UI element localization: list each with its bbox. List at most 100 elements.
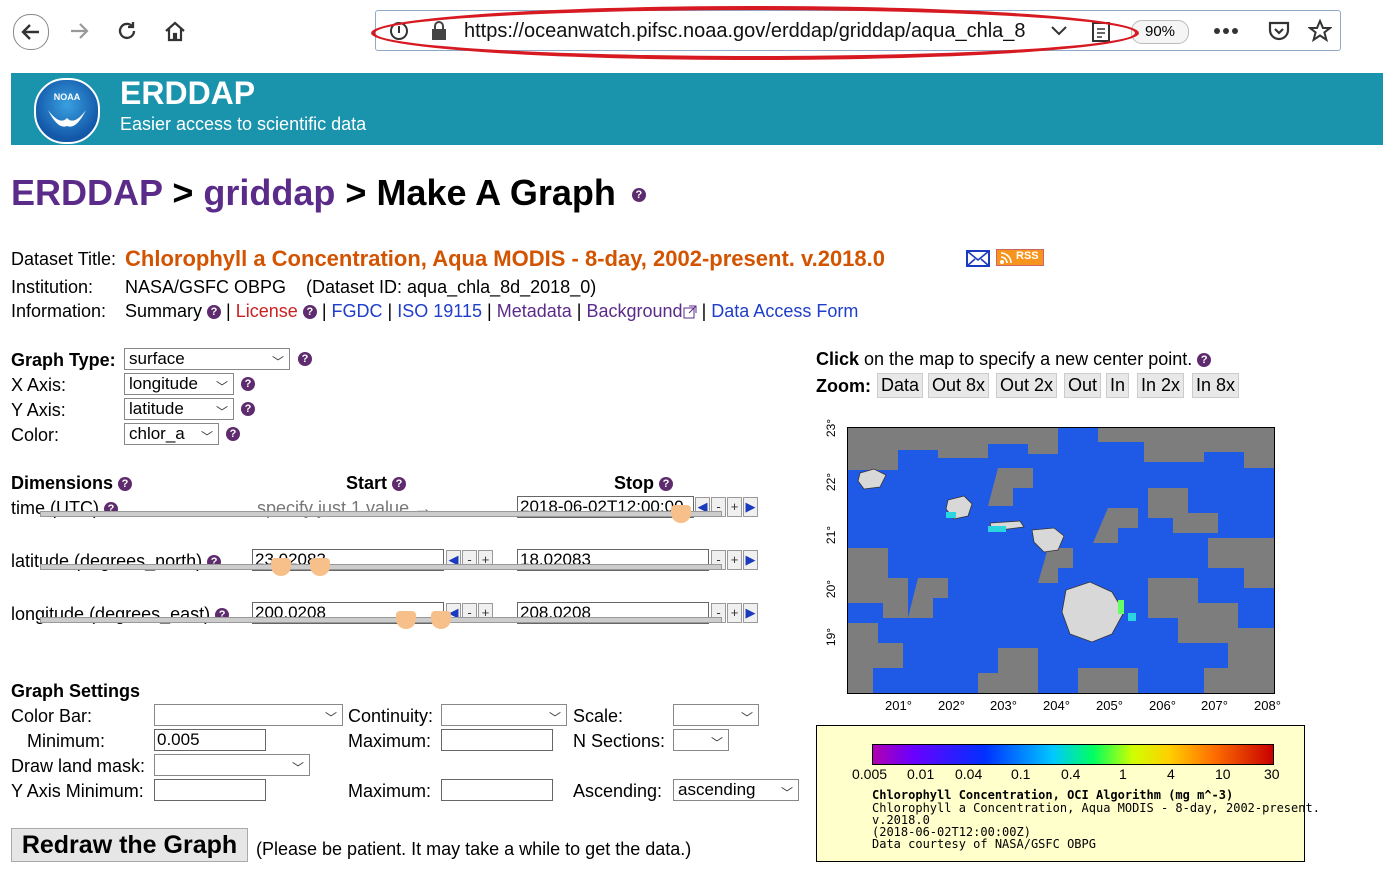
- time-slider[interactable]: [40, 511, 722, 517]
- banner-title[interactable]: ERDDAP: [120, 75, 255, 112]
- minimum-input[interactable]: 0.005: [154, 729, 266, 751]
- zoom-badge[interactable]: 90%: [1131, 20, 1189, 44]
- url-bar[interactable]: https://oceanwatch.pifsc.noaa.gov/erddap…: [375, 10, 1341, 51]
- metadata-link[interactable]: Metadata: [497, 301, 572, 321]
- rss-label: RSS: [1016, 250, 1039, 262]
- longitude-slider[interactable]: [40, 617, 722, 623]
- x-axis-label: X Axis:: [11, 375, 67, 395]
- summary-link[interactable]: Summary: [125, 301, 202, 321]
- home-button[interactable]: [158, 14, 192, 48]
- zoom-label: Zoom:: [816, 376, 871, 396]
- zoom-out-button[interactable]: Out: [1064, 373, 1102, 398]
- color-bar: [872, 744, 1274, 765]
- reader-icon[interactable]: [1091, 21, 1111, 43]
- help-icon[interactable]: ?: [631, 188, 646, 203]
- more-icon[interactable]: [1213, 27, 1239, 35]
- institution-label: Institution:: [11, 277, 94, 297]
- chevron-down-icon: ﹀: [780, 786, 793, 800]
- license-link[interactable]: License: [236, 301, 298, 321]
- map-surface: [848, 428, 1274, 693]
- latitude-slider-thumb-right[interactable]: [310, 558, 330, 576]
- chevron-down-icon[interactable]: [1049, 23, 1069, 39]
- latitude-slider[interactable]: [40, 564, 722, 570]
- reload-button[interactable]: [110, 14, 144, 48]
- longitude-slider-thumb-right[interactable]: [431, 611, 451, 629]
- zoom-in-button[interactable]: In: [1106, 373, 1130, 398]
- help-icon[interactable]: ?: [118, 477, 133, 492]
- rss-badge[interactable]: RSS: [996, 249, 1044, 266]
- nsections-select[interactable]: ﹀: [673, 729, 729, 751]
- legend-tick: 0.04: [955, 766, 983, 782]
- help-icon[interactable]: ?: [207, 305, 222, 320]
- iso-link[interactable]: ISO 19115: [397, 301, 482, 321]
- graph-type-select[interactable]: surface ﹀: [124, 348, 290, 370]
- y-axis-minimum-input[interactable]: [154, 779, 266, 801]
- lock-icon: [432, 21, 446, 40]
- latitude-slider-thumb-left[interactable]: [271, 558, 291, 576]
- separator: |: [226, 301, 231, 321]
- scale-select[interactable]: ﹀: [673, 704, 759, 726]
- maximum-label: Maximum:: [348, 731, 432, 751]
- plus-button[interactable]: +: [727, 497, 742, 517]
- chevron-down-icon: ﹀: [200, 430, 213, 444]
- help-icon[interactable]: ?: [241, 402, 255, 416]
- help-icon[interactable]: ?: [298, 352, 312, 366]
- breadcrumb-erddap[interactable]: ERDDAP: [11, 172, 162, 213]
- star-icon[interactable]: [1308, 19, 1332, 43]
- map-image[interactable]: [847, 427, 1275, 694]
- time-slider-thumb[interactable]: [671, 505, 691, 523]
- longitude-slider-thumb-left[interactable]: [396, 611, 416, 629]
- graph-settings-header: Graph Settings: [11, 681, 141, 701]
- redraw-button[interactable]: Redraw the Graph: [11, 828, 248, 862]
- land-mask-select[interactable]: ﹀: [154, 754, 310, 776]
- last-button[interactable]: ▶: [743, 550, 758, 570]
- url-text[interactable]: https://oceanwatch.pifsc.noaa.gov/erddap…: [464, 20, 1039, 43]
- help-icon[interactable]: ?: [392, 477, 407, 492]
- noaa-logo-text: NOAA: [53, 92, 81, 102]
- access-form-link[interactable]: Data Access Form: [711, 301, 858, 321]
- y-axis-select[interactable]: latitude ﹀: [124, 398, 234, 420]
- forward-button[interactable]: [62, 14, 96, 48]
- plus-button[interactable]: +: [727, 550, 742, 570]
- fgdc-link[interactable]: FGDC: [332, 301, 383, 321]
- chevron-down-icon: ﹀: [271, 355, 284, 369]
- plus-button[interactable]: +: [727, 603, 742, 623]
- redraw-note: (Please be patient. It may take a while …: [256, 839, 692, 859]
- last-button[interactable]: ▶: [743, 497, 758, 517]
- background-link[interactable]: Background: [586, 301, 682, 321]
- x-axis-value: longitude: [129, 374, 199, 393]
- rss-icon: [1000, 252, 1012, 264]
- help-icon[interactable]: ?: [1197, 353, 1212, 368]
- zoom-out8x-button[interactable]: Out 8x: [928, 373, 990, 398]
- map-y-tick: 23°: [824, 418, 839, 438]
- color-bar-select[interactable]: ﹀: [154, 704, 343, 726]
- x-axis-select[interactable]: longitude ﹀: [124, 373, 234, 395]
- maximum-input[interactable]: [441, 729, 553, 751]
- noaa-logo[interactable]: NOAA: [34, 78, 100, 144]
- zoom-out2x-button[interactable]: Out 2x: [996, 373, 1058, 398]
- zoom-in8x-button[interactable]: In 8x: [1192, 373, 1240, 398]
- scale-label: Scale:: [573, 706, 624, 726]
- continuity-select[interactable]: ﹀: [441, 704, 567, 726]
- last-button[interactable]: ▶: [743, 603, 758, 623]
- legend-line: Chlorophyll a Concentration, Aqua MODIS …: [872, 801, 1320, 815]
- continuity-label: Continuity:: [348, 706, 434, 726]
- help-icon[interactable]: ?: [241, 377, 255, 391]
- ascending-select[interactable]: ascending ﹀: [673, 779, 799, 801]
- zoom-in2x-button[interactable]: In 2x: [1137, 373, 1185, 398]
- help-icon[interactable]: ?: [659, 477, 674, 492]
- color-legend: 0.005 0.01 0.04 0.1 0.4 1 4 10 30 Chloro…: [816, 725, 1320, 862]
- pocket-icon[interactable]: [1267, 20, 1291, 42]
- zoom-data-button[interactable]: Data: [877, 373, 924, 398]
- separator: |: [701, 301, 707, 321]
- help-icon[interactable]: ?: [302, 305, 317, 320]
- color-value: chlor_a: [129, 424, 185, 443]
- external-link-icon: [683, 305, 697, 319]
- breadcrumb-griddap[interactable]: griddap: [203, 172, 335, 213]
- y-axis-maximum-input[interactable]: [441, 779, 553, 801]
- email-icon[interactable]: [966, 250, 990, 267]
- help-icon[interactable]: ?: [226, 427, 240, 441]
- color-select[interactable]: chlor_a ﹀: [124, 423, 219, 445]
- back-button[interactable]: [13, 14, 49, 50]
- separator: |: [487, 301, 492, 321]
